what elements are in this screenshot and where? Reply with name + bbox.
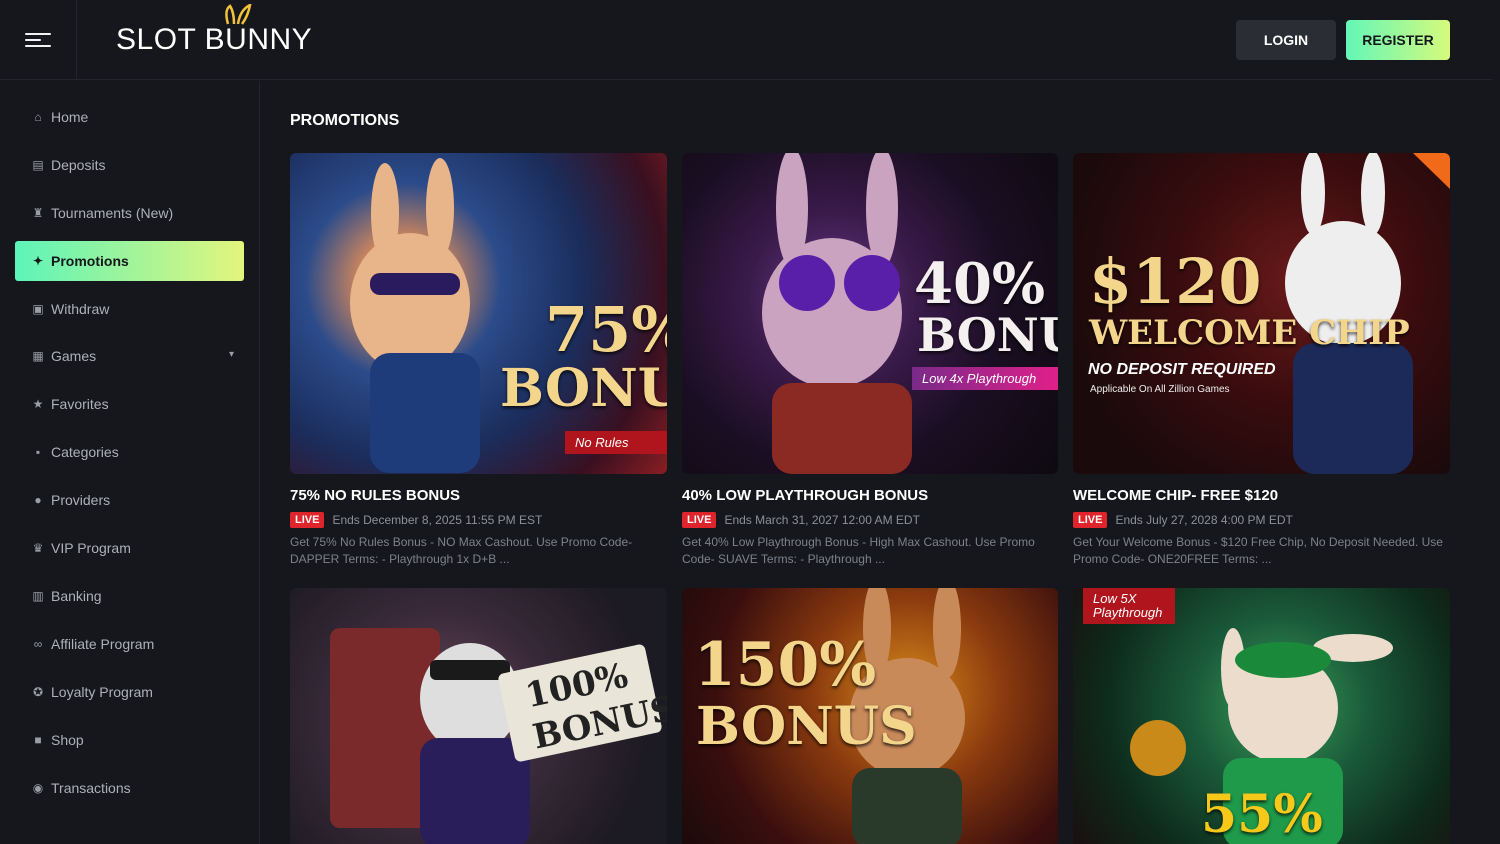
promo-art-bonus: BONUS: [696, 696, 917, 757]
promo-ends: Ends July 27, 2028 4:00 PM EDT: [1115, 513, 1293, 527]
sidebar-item-favorites[interactable]: ★ Favorites: [15, 384, 244, 424]
grid-icon: ▪: [35, 445, 41, 459]
promo-art-amount: $120: [1089, 245, 1262, 318]
promo-art-subtext: Applicable On All Zillion Games: [1090, 384, 1230, 395]
promo-art-no-deposit: NO DEPOSIT REQUIRED: [1088, 361, 1276, 378]
promo-image[interactable]: Low 5X Playthrough 55%: [1073, 588, 1450, 844]
bank-icon: ▥: [32, 589, 44, 603]
sidebar-item-home[interactable]: ⌂ Home: [15, 97, 244, 137]
main-content: PROMOTIONS 75% BONUS No Rules 75% NO RUL…: [260, 81, 1500, 844]
promo-art-percent: 75%: [545, 293, 667, 366]
promo-meta: LIVE Ends March 31, 2027 12:00 AM EDT: [682, 512, 1058, 528]
promo-image[interactable]: 100% BONUS: [290, 588, 667, 844]
promo-art-ribbon: No Rules: [565, 431, 667, 454]
promo-title[interactable]: WELCOME CHIP- FREE $120: [1073, 487, 1450, 504]
medal-icon: ✪: [32, 685, 44, 699]
trophy-icon: ♜: [32, 206, 44, 220]
promo-card[interactable]: 100% BONUS: [290, 588, 667, 844]
promo-meta: LIVE Ends July 27, 2028 4:00 PM EDT: [1073, 512, 1450, 528]
promo-art-percent: 55%: [1201, 784, 1323, 844]
deposit-icon: ▤: [32, 158, 44, 172]
sidebar-item-games[interactable]: ▦ Games ▾: [15, 336, 244, 376]
promo-card[interactable]: 40% BONUS Low 4x Playthrough 40% LOW PLA…: [682, 153, 1058, 568]
sidebar-item-label: Transactions: [51, 780, 131, 796]
promo-art-welcome: WELCOME CHIP: [1089, 313, 1410, 353]
sidebar-item-label: Tournaments (New): [51, 205, 174, 221]
coin-icon: ◉: [32, 781, 44, 795]
user-icon: ●: [34, 493, 42, 507]
promo-description: Get 75% No Rules Bonus - NO Max Cashout.…: [290, 535, 633, 566]
promo-ends: Ends December 8, 2025 11:55 PM EST: [332, 513, 543, 527]
top-bar: SLOT BUNNY LOGIN REGISTER: [0, 0, 1500, 80]
sidebar-item-promotions[interactable]: ✦ Promotions: [15, 241, 244, 281]
promo-image[interactable]: $120 WELCOME CHIP NO DEPOSIT REQUIRED Ap…: [1073, 153, 1450, 474]
sidebar: ⌂ Home ▤ Deposits ♜ Tournaments (New) ✦ …: [0, 81, 260, 844]
promo-image[interactable]: 150% BONUS: [682, 588, 1058, 844]
promo-title[interactable]: 75% NO RULES BONUS: [290, 487, 667, 504]
sidebar-item-affiliate-program[interactable]: ∞ Affiliate Program: [15, 624, 244, 664]
promo-image[interactable]: 40% BONUS Low 4x Playthrough: [682, 153, 1058, 474]
sidebar-item-label: Home: [51, 109, 89, 125]
sidebar-item-label: Shop: [51, 732, 84, 748]
home-icon: ⌂: [34, 110, 42, 124]
promo-card[interactable]: 75% BONUS No Rules 75% NO RULES BONUS LI…: [290, 153, 667, 568]
crown-icon: ♛: [32, 541, 44, 555]
sidebar-item-tournaments[interactable]: ♜ Tournaments (New): [15, 193, 244, 233]
hamburger-icon: [25, 29, 51, 51]
sidebar-item-label: Favorites: [51, 396, 109, 412]
promo-art-ribbon: Low 5X Playthrough: [1083, 588, 1175, 624]
sidebar-item-label: Games: [51, 348, 97, 364]
scrollbar[interactable]: [1492, 0, 1500, 844]
sidebar-item-providers[interactable]: ● Providers: [15, 480, 244, 520]
star-icon: ★: [32, 397, 44, 411]
promo-meta: LIVE Ends December 8, 2025 11:55 PM EST: [290, 512, 667, 528]
promo-art-bonus: BONUS: [500, 358, 667, 419]
withdraw-icon: ▣: [32, 302, 44, 316]
sidebar-item-label: Withdraw: [51, 301, 110, 317]
sidebar-item-label: Providers: [51, 492, 111, 508]
logo[interactable]: SLOT BUNNY: [116, 4, 313, 58]
sidebar-item-deposits[interactable]: ▤ Deposits: [15, 145, 244, 185]
sidebar-item-shop[interactable]: ■ Shop: [15, 720, 244, 760]
sidebar-item-label: Loyalty Program: [51, 684, 153, 700]
live-badge: LIVE: [682, 512, 717, 528]
promo-card[interactable]: $120 WELCOME CHIP NO DEPOSIT REQUIRED Ap…: [1073, 153, 1450, 568]
sidebar-item-loyalty-program[interactable]: ✪ Loyalty Program: [15, 672, 244, 712]
chevron-down-icon[interactable]: ▾: [229, 349, 234, 360]
logo-text: SLOT BUNNY: [116, 23, 313, 56]
register-button[interactable]: REGISTER: [1346, 20, 1450, 60]
megaphone-icon: ✦: [32, 254, 44, 268]
login-button[interactable]: LOGIN: [1236, 20, 1336, 60]
games-icon: ▦: [32, 349, 44, 363]
live-badge: LIVE: [1073, 512, 1108, 528]
sidebar-item-withdraw[interactable]: ▣ Withdraw: [15, 289, 244, 329]
promo-description: Get 40% Low Playthrough Bonus - High Max…: [682, 535, 1035, 566]
bunny-ears-icon: [225, 4, 252, 25]
promo-art-percent: 150%: [694, 630, 877, 700]
sidebar-item-label: Deposits: [51, 157, 106, 173]
sidebar-item-banking[interactable]: ▥ Banking: [15, 576, 244, 616]
sidebar-item-label: Banking: [51, 588, 102, 604]
link-icon: ∞: [33, 637, 43, 651]
menu-toggle-button[interactable]: [0, 0, 77, 80]
promo-image[interactable]: 75% BONUS No Rules: [290, 153, 667, 474]
sidebar-item-transactions[interactable]: ◉ Transactions: [15, 768, 244, 808]
bag-icon: ■: [34, 733, 42, 747]
promo-art-bonus: BONUS: [917, 308, 1058, 362]
promo-title[interactable]: 40% LOW PLAYTHROUGH BONUS: [682, 487, 1058, 504]
sidebar-item-label: Promotions: [51, 253, 129, 269]
promo-art-ribbon: Low 4x Playthrough: [912, 367, 1058, 390]
promo-card[interactable]: 150% BONUS: [682, 588, 1058, 844]
sidebar-item-vip-program[interactable]: ♛ VIP Program: [15, 528, 244, 568]
sidebar-item-label: Categories: [51, 444, 119, 460]
live-badge: LIVE: [290, 512, 325, 528]
sidebar-item-categories[interactable]: ▪ Categories: [15, 432, 244, 472]
sidebar-item-label: Affiliate Program: [51, 636, 155, 652]
promo-description: Get Your Welcome Bonus - $120 Free Chip,…: [1073, 535, 1443, 566]
promo-card[interactable]: Low 5X Playthrough 55%: [1073, 588, 1450, 844]
page-title: PROMOTIONS: [290, 112, 400, 129]
promo-ends: Ends March 31, 2027 12:00 AM EDT: [724, 513, 920, 527]
sidebar-item-label: VIP Program: [51, 540, 131, 556]
